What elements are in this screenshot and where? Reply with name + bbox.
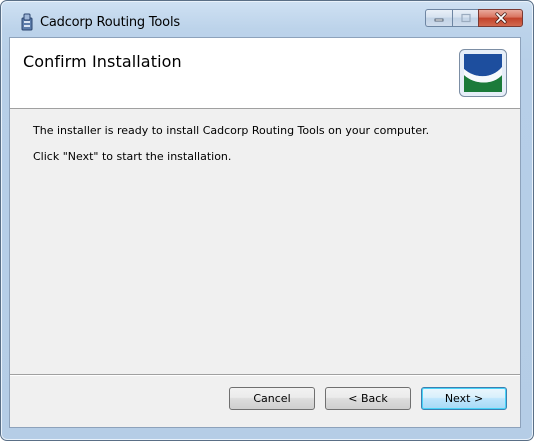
installer-icon [19, 13, 35, 31]
title-bar[interactable]: Cadcorp Routing Tools [1, 1, 533, 37]
maximize-icon [460, 13, 471, 23]
cancel-button[interactable]: Cancel [229, 387, 315, 410]
back-button[interactable]: < Back [325, 387, 411, 410]
next-instruction: Click "Next" to start the installation. [33, 150, 232, 163]
caption-buttons [425, 9, 523, 28]
maximize-button[interactable] [452, 9, 478, 27]
next-button[interactable]: Next > [421, 387, 507, 410]
footer-divider [10, 374, 520, 376]
close-button[interactable] [478, 9, 523, 27]
cadcorp-logo [459, 49, 507, 97]
dialog-content: Confirm Installation The installer is re… [9, 37, 521, 428]
installer-window: Cadcorp Routing Tools Confirm Installati… [0, 0, 534, 441]
close-icon [494, 12, 507, 24]
page-title: Confirm Installation [23, 52, 182, 71]
window-title: Cadcorp Routing Tools [40, 15, 180, 30]
minimize-button[interactable] [425, 9, 452, 27]
header-banner: Confirm Installation [10, 38, 520, 109]
ready-message: The installer is ready to install Cadcor… [33, 124, 430, 137]
minimize-icon [434, 18, 444, 22]
